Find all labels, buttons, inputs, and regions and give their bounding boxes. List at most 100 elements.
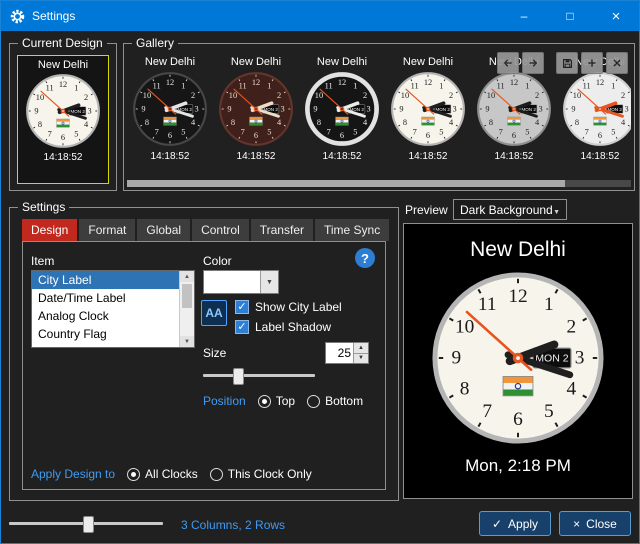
apply-design-row: Apply Design to All Clocks This Clock On… bbox=[31, 467, 312, 481]
svg-text:7: 7 bbox=[499, 128, 503, 137]
apply-all-clocks-radio[interactable]: All Clocks bbox=[127, 467, 198, 481]
show-city-label-checkbox[interactable]: Show City Label bbox=[235, 300, 342, 314]
tab-design[interactable]: Design bbox=[22, 219, 77, 241]
svg-text:1: 1 bbox=[74, 83, 78, 92]
svg-text:3: 3 bbox=[539, 105, 543, 114]
svg-text:5: 5 bbox=[74, 130, 78, 139]
gallery-add-button[interactable] bbox=[581, 52, 603, 74]
item-listbox-scrollbar[interactable]: ▲ ▼ bbox=[179, 271, 194, 347]
svg-text:5: 5 bbox=[611, 128, 615, 137]
gallery-delete-button[interactable] bbox=[606, 52, 628, 74]
size-slider-thumb[interactable] bbox=[233, 368, 244, 385]
svg-text:3: 3 bbox=[453, 105, 457, 114]
gallery-thumbnail[interactable]: New Delhi 123456789101112MON 2 14:18:52 bbox=[299, 54, 385, 178]
chevron-down-icon bbox=[553, 203, 560, 217]
preview-background-select[interactable]: Dark Background bbox=[453, 199, 567, 220]
columns-slider[interactable] bbox=[9, 516, 163, 531]
svg-text:3: 3 bbox=[281, 105, 285, 114]
svg-text:10: 10 bbox=[143, 91, 151, 100]
svg-text:5: 5 bbox=[181, 128, 185, 137]
gallery-save-button[interactable] bbox=[556, 52, 578, 74]
analog-clock: 123456789101112MON 2 bbox=[304, 71, 380, 147]
list-item-country-flag[interactable]: Country Flag bbox=[32, 325, 180, 343]
svg-text:12: 12 bbox=[508, 286, 527, 307]
font-button[interactable]: AA bbox=[201, 300, 227, 326]
titlebar: Settings – □ × bbox=[1, 1, 639, 31]
gallery-city: New Delhi bbox=[231, 56, 281, 68]
item-label: Item bbox=[31, 254, 54, 268]
svg-text:2: 2 bbox=[363, 91, 367, 100]
list-item-analog-clock[interactable]: Analog Clock bbox=[32, 307, 180, 325]
gallery-scrollbar-thumb[interactable] bbox=[127, 180, 565, 187]
svg-text:3: 3 bbox=[88, 107, 92, 116]
size-value[interactable]: 25 bbox=[326, 343, 354, 363]
settings-window: Settings – □ × Current Design New Delhi … bbox=[0, 0, 640, 544]
close-window-button[interactable]: × bbox=[593, 1, 639, 31]
size-slider[interactable] bbox=[203, 368, 315, 383]
item-listbox-scrollbar-thumb[interactable] bbox=[182, 284, 192, 308]
close-button-label: Close bbox=[586, 517, 617, 531]
svg-text:7: 7 bbox=[241, 128, 245, 137]
gallery-scrollbar[interactable] bbox=[127, 180, 631, 187]
svg-text:8: 8 bbox=[145, 118, 149, 127]
gallery-next-button[interactable] bbox=[522, 52, 544, 74]
preview-background-value: Dark Background bbox=[460, 203, 553, 217]
svg-text:6: 6 bbox=[512, 131, 516, 140]
apply-all-clocks-text: All Clocks bbox=[145, 467, 198, 481]
svg-text:11: 11 bbox=[411, 81, 419, 90]
svg-text:11: 11 bbox=[583, 81, 591, 90]
svg-text:10: 10 bbox=[315, 91, 323, 100]
tab-transfer[interactable]: Transfer bbox=[251, 219, 313, 241]
apply-this-clock-radio[interactable]: This Clock Only bbox=[210, 467, 312, 481]
svg-text:7: 7 bbox=[48, 130, 52, 139]
gallery-time: 14:18:52 bbox=[409, 151, 448, 162]
svg-text:12: 12 bbox=[59, 80, 67, 89]
spin-down-icon[interactable] bbox=[354, 353, 368, 364]
minimize-button[interactable]: – bbox=[501, 1, 547, 31]
columns-slider-thumb[interactable] bbox=[83, 516, 94, 533]
svg-text:9: 9 bbox=[227, 105, 231, 114]
position-top-radio[interactable]: Top bbox=[258, 394, 295, 408]
svg-text:6: 6 bbox=[340, 131, 344, 140]
label-shadow-checkbox[interactable]: Label Shadow bbox=[235, 320, 342, 334]
position-bottom-radio[interactable]: Bottom bbox=[307, 394, 363, 408]
gallery-group-label: Gallery bbox=[132, 36, 178, 51]
gallery-thumbnail[interactable]: New Delhi 123456789101112MON 2 14:18:52 bbox=[385, 54, 471, 178]
size-spinner[interactable]: 25 bbox=[325, 342, 369, 364]
svg-text:12: 12 bbox=[510, 78, 518, 87]
scroll-down-icon[interactable]: ▼ bbox=[180, 336, 194, 347]
tab-global[interactable]: Global bbox=[137, 219, 190, 241]
list-item-city-label[interactable]: City Label bbox=[32, 271, 180, 289]
svg-text:3: 3 bbox=[367, 105, 371, 114]
svg-text:7: 7 bbox=[155, 128, 159, 137]
tab-control[interactable]: Control bbox=[192, 219, 249, 241]
scroll-up-icon[interactable]: ▲ bbox=[180, 271, 194, 282]
tab-format[interactable]: Format bbox=[79, 219, 135, 241]
maximize-button[interactable]: □ bbox=[547, 1, 593, 31]
gallery-thumbnail[interactable]: New Delhi 123456789101112MON 2 14:18:52 bbox=[213, 54, 299, 178]
svg-text:2: 2 bbox=[621, 91, 625, 100]
gallery-thumbnail[interactable]: New Delhi 123456789101112MON 2 14:18:52 bbox=[127, 54, 213, 178]
svg-text:12: 12 bbox=[252, 78, 260, 87]
help-button[interactable]: ? bbox=[355, 248, 375, 268]
spin-up-icon[interactable] bbox=[354, 343, 368, 353]
current-design-time: 14:18:52 bbox=[44, 152, 83, 163]
color-label: Color bbox=[203, 254, 232, 268]
chevron-down-icon[interactable] bbox=[260, 271, 278, 293]
svg-text:10: 10 bbox=[401, 91, 409, 100]
label-shadow-text: Label Shadow bbox=[255, 320, 331, 334]
position-top-text: Top bbox=[276, 394, 295, 408]
svg-text:8: 8 bbox=[317, 118, 321, 127]
tab-time-sync[interactable]: Time Sync bbox=[315, 219, 389, 241]
apply-button[interactable]: ✓ Apply bbox=[479, 511, 551, 536]
gallery-previous-button[interactable] bbox=[497, 52, 519, 74]
apply-design-label: Apply Design to bbox=[31, 467, 115, 481]
list-item-datetime-label[interactable]: Date/Time Label bbox=[32, 289, 180, 307]
svg-text:7: 7 bbox=[327, 128, 331, 137]
color-dropdown[interactable] bbox=[203, 270, 279, 294]
svg-text:11: 11 bbox=[239, 81, 247, 90]
close-button[interactable]: × Close bbox=[559, 511, 631, 536]
svg-text:8: 8 bbox=[575, 118, 579, 127]
slider-track bbox=[203, 374, 315, 377]
current-design-thumbnail[interactable]: New Delhi 123456789101112MON 2 14:18:52 bbox=[17, 55, 109, 184]
